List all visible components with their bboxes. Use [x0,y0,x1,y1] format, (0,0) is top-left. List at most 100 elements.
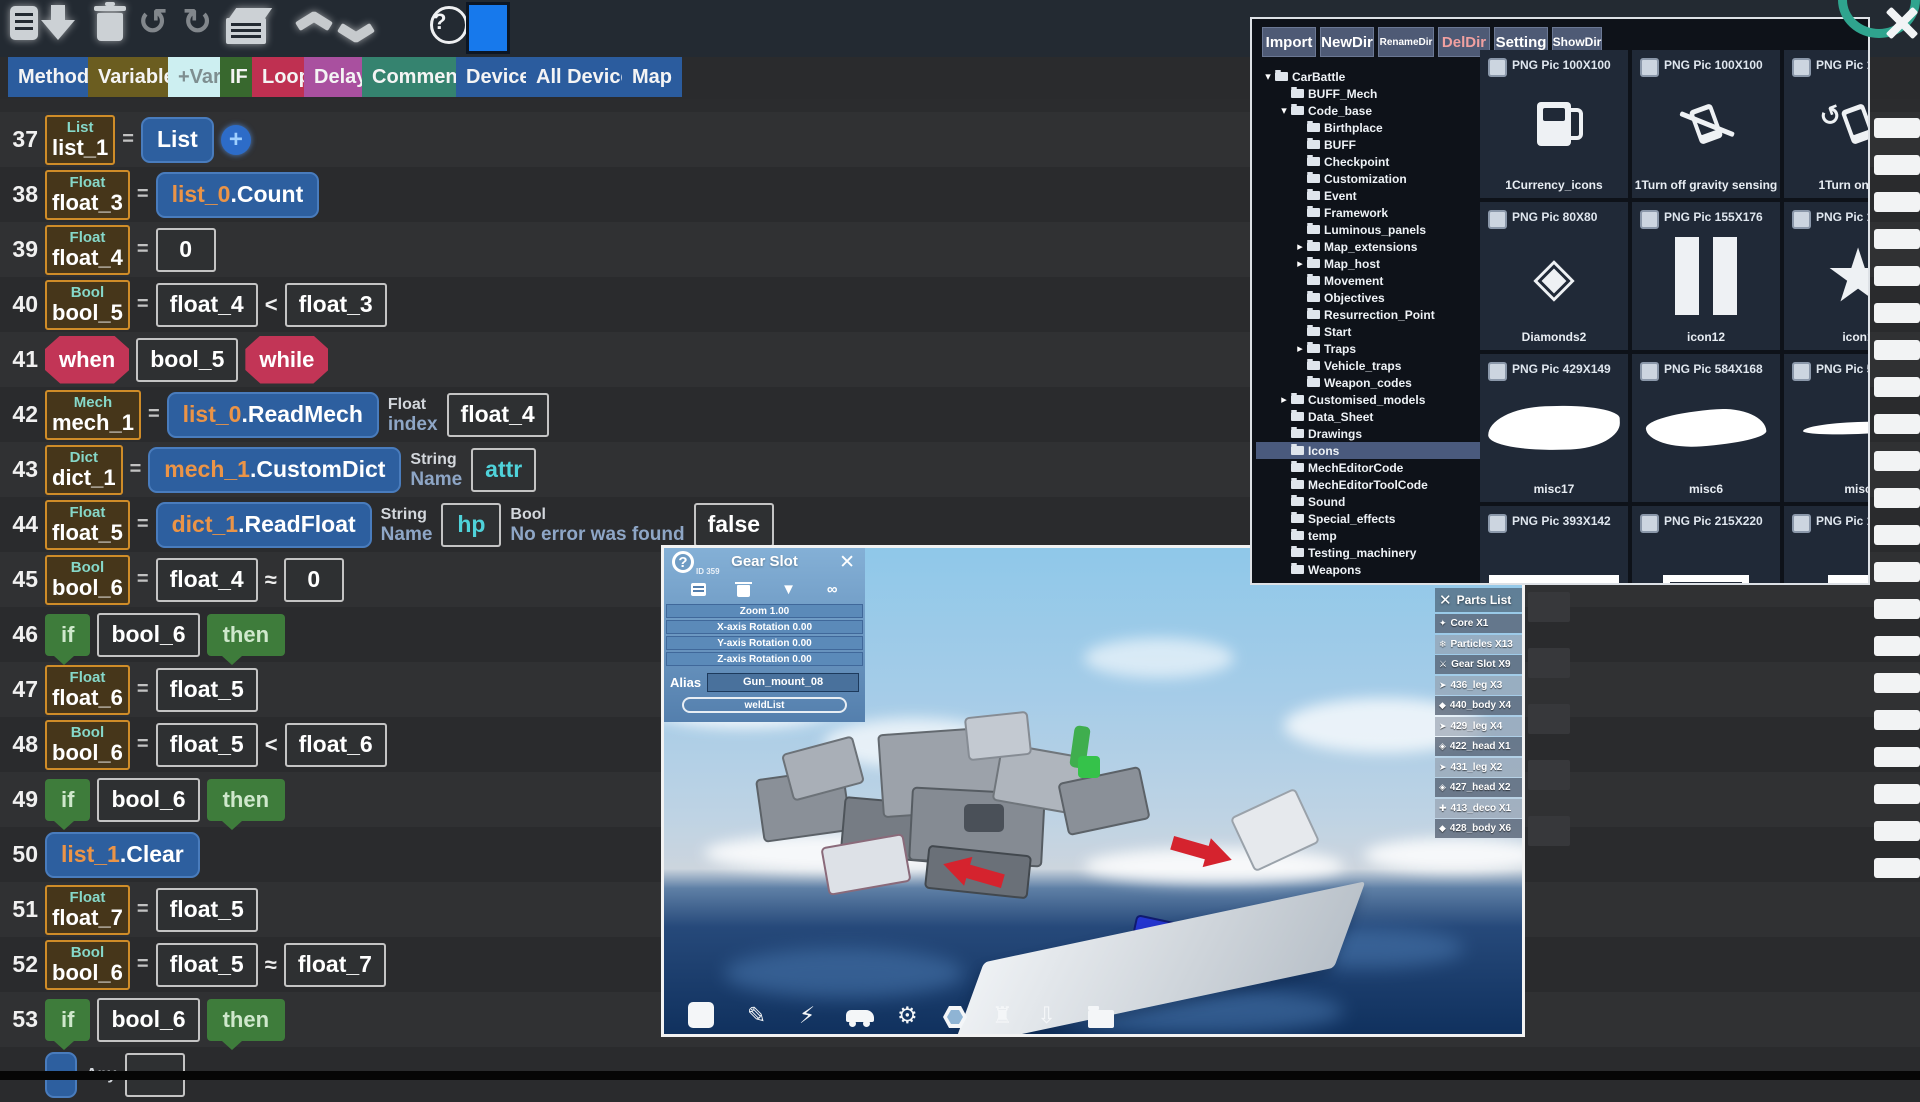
tree-item-carbattle[interactable]: ▾CarBattle [1256,68,1462,85]
parts-list-item[interactable]: ✚413_deco X1 [1435,799,1525,818]
grid-cell[interactable]: PNG Pic 215X220 [1632,506,1780,585]
tree-item-luminous_panels[interactable]: Luminous_panels [1256,221,1494,238]
grid-cell[interactable]: PNG Pic 584X168misc6 [1632,354,1780,502]
lightning-icon[interactable]: ⚡ [799,1002,815,1029]
checkbox[interactable] [1488,58,1507,77]
checkbox[interactable] [1792,362,1811,381]
method-call-block[interactable]: List [141,117,214,163]
grid-cell[interactable]: PNG Pic 184★icon1 [1784,202,1870,350]
flow-block-when[interactable]: when [45,336,129,384]
palette-button-map[interactable]: Map [622,57,682,97]
slider-2[interactable]: Y-axis Rotation 0.00 [666,636,863,650]
value-box[interactable]: 0 [156,228,216,272]
method-call-block[interactable]: list_0.Count [156,172,320,218]
chevron-right-icon[interactable]: ▸ [1294,342,1306,355]
tree-item-birthplace[interactable]: Birthplace [1256,119,1494,136]
value-box[interactable]: float_5 [156,943,258,987]
parts-list-item[interactable]: ➤436_leg X3 [1435,676,1525,695]
chevron-up-icon[interactable] [294,14,334,40]
grid-cell[interactable]: PNG Pic 393X142 [1480,506,1628,585]
grid-cell[interactable]: PNG Pic 100X1001Currency_icons [1480,50,1628,198]
flow-block-then[interactable]: then [207,779,285,821]
grid-cell[interactable]: PNG Pic 197 [1784,506,1870,585]
square-icon[interactable] [688,1002,714,1028]
flow-block-while[interactable]: while [245,336,328,384]
tree-item-special_effects[interactable]: Special_effects [1256,510,1478,527]
tree-item-customised_models[interactable]: ▸Customised_models [1256,391,1478,408]
palette-button-method[interactable]: Method [8,57,99,97]
checkbox[interactable] [1640,514,1659,533]
grid-cell[interactable]: PNG Pic 429X149misc17 [1480,354,1628,502]
add-item-button[interactable]: + [221,125,251,155]
close-icon[interactable]: ✕ [839,551,855,574]
tree-item-framework[interactable]: Framework [1256,204,1494,221]
checkbox[interactable] [1792,210,1811,229]
slider-0[interactable]: Zoom 1.00 [666,604,863,618]
alias-input[interactable]: Gun_mount_08 [707,673,859,692]
checkbox[interactable] [1640,362,1659,381]
chevron-down-icon[interactable]: ▾ [1278,104,1290,117]
chevron-down-icon[interactable] [336,14,376,40]
help-icon[interactable]: ? [430,6,468,44]
checkbox[interactable] [1488,210,1507,229]
checkbox[interactable] [1640,210,1659,229]
value-box[interactable]: float_7 [284,943,386,987]
grid-cell[interactable]: PNG Pic 80X80◈Diamonds2 [1480,202,1628,350]
value-box[interactable]: float_4 [156,558,258,602]
flow-block-if[interactable]: if [45,999,90,1041]
parts-list-item[interactable]: ⚔Gear Slot X9 [1435,655,1525,674]
value-box[interactable]: float_4 [156,283,258,327]
parts-list-item[interactable]: ◈422_head X1 [1435,737,1525,756]
tree-item-buff[interactable]: BUFF [1256,136,1494,153]
value-box[interactable]: bool_6 [97,613,199,657]
parts-list-item[interactable]: ❄Particles X13 [1435,635,1525,654]
method-call-block[interactable]: list_1.Clear [45,832,200,878]
tree-item-mecheditorcode[interactable]: MechEditorCode [1256,459,1478,476]
chevron-right-icon[interactable]: ▸ [1278,393,1290,406]
tree-item-sound[interactable]: Sound [1256,493,1478,510]
slider-3[interactable]: Z-axis Rotation 0.00 [666,652,863,666]
parts-list-item[interactable]: ◆440_body X4 [1435,696,1525,715]
checkbox[interactable] [1792,514,1811,533]
grid-cell[interactable]: PNG Pic 155X176icon12 [1632,202,1780,350]
flow-block-then[interactable]: then [207,999,285,1041]
variable-def-block[interactable]: Floatfloat_4 [45,225,130,275]
value-box[interactable]: float_5 [156,888,258,932]
rook-icon[interactable]: ♜ [992,1002,1013,1029]
value-box[interactable]: bool_6 [97,998,199,1042]
chevron-down-icon[interactable]: ▾ [1262,70,1274,83]
tree-item-data_sheet[interactable]: Data_Sheet [1256,408,1478,425]
value-box[interactable]: float_5 [156,723,258,767]
tree-item-mecheditortoolcode[interactable]: MechEditorToolCode [1256,476,1478,493]
tree-item-testing_machinery[interactable]: Testing_machinery [1256,544,1478,561]
tree-item-drawings[interactable]: Drawings [1256,425,1478,442]
tree-item-temp[interactable]: temp [1256,527,1478,544]
value-box[interactable]: bool_6 [97,778,199,822]
tree-item-start[interactable]: Start [1256,323,1494,340]
parts-list-item[interactable]: ➤429_leg X4 [1435,717,1525,736]
variable-def-block[interactable]: Floatfloat_7 [45,885,130,935]
value-box[interactable]: float_5 [156,668,258,712]
value-box[interactable]: float_4 [447,393,549,437]
variable-def-block[interactable]: Boolbool_6 [45,940,130,990]
tree-item-resurrection_point[interactable]: Resurrection_Point [1256,306,1494,323]
undo-icon[interactable]: ↺ [138,2,168,43]
method-call-block[interactable]: list_0.ReadMech [167,392,379,438]
tree-item-movement[interactable]: Movement [1256,272,1494,289]
value-box[interactable]: false [694,503,774,547]
parts-list-item[interactable]: ◆428_body X6 [1435,819,1525,838]
value-box[interactable]: float_3 [285,283,387,327]
chevron-right-icon[interactable]: ▸ [1294,257,1306,270]
flow-block-if[interactable]: if [45,779,90,821]
parts-list-item[interactable]: ✦Core X1 [1435,614,1525,633]
weldlist-button[interactable]: weldList [682,697,847,713]
parts-list-item[interactable]: ➤431_leg X2 [1435,758,1525,777]
filepanel-button-import[interactable]: Import [1262,27,1316,57]
car-icon[interactable] [846,1002,874,1014]
tree-item-vehicle_traps[interactable]: Vehicle_traps [1256,357,1494,374]
variable-def-block[interactable]: Floatfloat_5 [45,500,130,550]
grid-cell[interactable]: PNG Pic 100↺1Turn on grav [1784,50,1870,198]
filter-down-icon[interactable]: ▼ [781,581,796,598]
tree-item-customization[interactable]: Customization [1256,170,1494,187]
checkbox[interactable] [1640,58,1659,77]
